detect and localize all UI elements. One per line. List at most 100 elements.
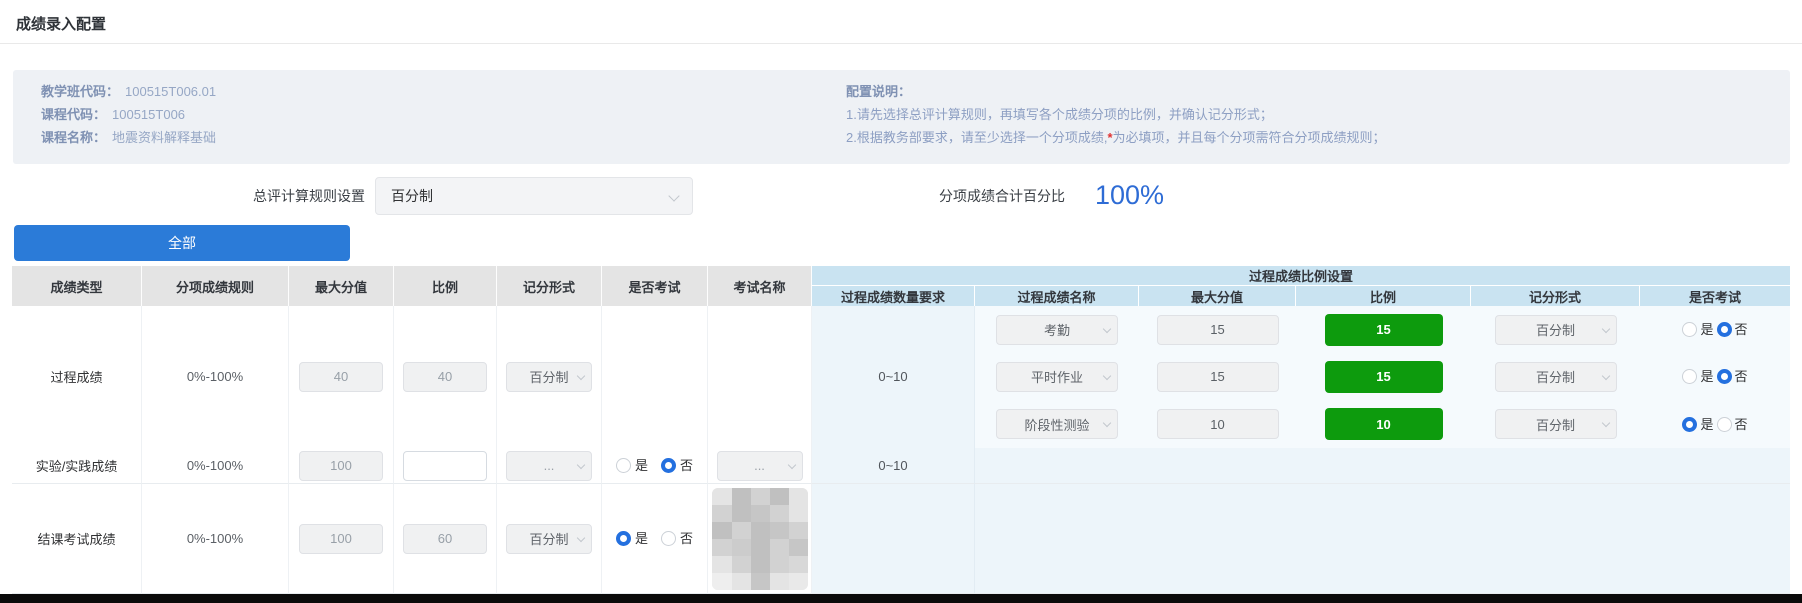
radio-no-selected[interactable] <box>1717 322 1732 337</box>
chevron-down-icon <box>1601 419 1609 427</box>
is-exam-cell: 是否 <box>602 484 708 594</box>
process-item-max-score-input[interactable] <box>1157 315 1279 345</box>
final-is-exam-radio-group: 是否 <box>616 531 693 546</box>
process-item-is-exam-radio-group: 是否 <box>1682 417 1747 432</box>
process-item-is-exam-radio-group: 是否 <box>1682 369 1747 384</box>
experiment-max-score-input[interactable] <box>299 451 383 481</box>
process-ratio-input[interactable] <box>403 362 487 392</box>
redacted-exam-name-image <box>712 488 808 590</box>
process-item-name-select[interactable]: 阶段性测验 <box>996 409 1118 439</box>
process-item-max-score-input[interactable] <box>1157 362 1279 392</box>
experiment-exam-name-select[interactable]: ... <box>717 451 803 481</box>
course-name-label: 课程名称： <box>41 130 106 145</box>
bottom-bar <box>0 594 1802 603</box>
experiment-is-exam-radio-group: 是否 <box>616 458 693 473</box>
empty-process-area <box>975 484 1790 594</box>
chevron-down-icon <box>1103 324 1111 332</box>
radio-no-selected[interactable] <box>661 458 676 473</box>
radio-yes[interactable] <box>616 458 631 473</box>
header-is-exam: 是否考试 <box>602 266 708 306</box>
page-header: 成绩录入配置 <box>0 0 1802 44</box>
calc-rule-selected-value: 百分制 <box>391 188 433 204</box>
chevron-down-icon <box>787 460 795 468</box>
total-percent-label: 分项成绩合计百分比 <box>905 177 1065 215</box>
process-item-max-score-input[interactable] <box>1157 409 1279 439</box>
is-exam-cell: 是否 <box>602 448 708 484</box>
radio-no-selected[interactable] <box>1717 369 1732 384</box>
process-item-score-form-select[interactable]: 百分制 <box>1495 409 1617 439</box>
process-item-name-select[interactable]: 考勤 <box>996 315 1118 345</box>
process-items-area: 考勤 百分制 <box>975 306 1790 449</box>
exam-name-cell: ... <box>708 448 812 484</box>
chevron-down-icon <box>1103 372 1111 380</box>
subitem-rule-cell: 0%-100% <box>142 484 289 594</box>
ratio-cell <box>394 448 497 484</box>
calc-rule-select[interactable]: 百分制 <box>375 177 693 215</box>
process-item-name-select[interactable]: 平时作业 <box>996 362 1118 392</box>
header-process-quantity: 过程成绩数量要求 <box>812 286 975 306</box>
radio-yes-selected[interactable] <box>616 531 631 546</box>
process-item-ratio-input[interactable] <box>1325 408 1443 440</box>
course-info-fields: 教学班代码：100515T006.01 课程代码： 100515T006 课程名称… <box>41 80 216 149</box>
radio-yes[interactable] <box>1682 369 1697 384</box>
teaching-class-code-line: 教学班代码：100515T006.01 <box>41 80 216 103</box>
grade-type-cell: 过程成绩 <box>12 306 142 449</box>
table-row-experiment-grade: 实验/实践成绩 0%-100% ... 是否 <box>12 448 1790 484</box>
process-item-score-form-select[interactable]: 百分制 <box>1495 362 1617 392</box>
experiment-score-form-select[interactable]: ... <box>506 451 592 481</box>
process-max-score-input[interactable] <box>299 362 383 392</box>
radio-yes[interactable] <box>1682 322 1697 337</box>
calc-rule-label: 总评计算规则设置 <box>0 177 365 215</box>
process-item-ratio-input[interactable] <box>1325 314 1443 346</box>
course-code-line: 课程代码： 100515T006 <box>41 103 216 126</box>
final-score-form-select[interactable]: 百分制 <box>506 524 592 554</box>
max-score-cell <box>289 306 394 449</box>
score-form-cell: 百分制 <box>497 306 602 449</box>
header-ratio: 比例 <box>394 266 497 306</box>
subitem-rule-cell: 0%-100% <box>142 306 289 449</box>
table-row-process-grade: 过程成绩 0%-100% 百分制 0~10 <box>12 306 1790 448</box>
process-quantity-cell-empty <box>812 484 975 594</box>
chevron-down-icon <box>1601 324 1609 332</box>
config-instruction-line-1: 1.请先选择总评计算规则，再填写各个成绩分项的比例，并确认记分形式； <box>846 103 1386 126</box>
experiment-ratio-input[interactable] <box>403 451 487 481</box>
table-row-final-exam-grade: 结课考试成绩 0%-100% 百分制 是否 <box>12 484 1790 594</box>
final-ratio-input[interactable] <box>403 524 487 554</box>
grade-type-cell: 实验/实践成绩 <box>12 448 142 484</box>
config-instructions: 配置说明： 1.请先选择总评计算规则，再填写各个成绩分项的比例，并确认记分形式；… <box>846 80 1386 149</box>
table-header: 成绩类型 分项成绩规则 最大分值 比例 记分形式 是否考试 考试名称 过程成绩比… <box>12 266 1790 306</box>
chevron-down-icon <box>577 533 585 541</box>
course-code-label: 课程代码： <box>41 107 106 122</box>
grade-entry-config-page: 成绩录入配置 教学班代码：100515T006.01 课程代码： 100515T0… <box>0 0 1802 603</box>
process-item-score-form-select[interactable]: 百分制 <box>1495 315 1617 345</box>
empty-process-area <box>975 448 1790 484</box>
course-name-value: 地震资料解释基础 <box>112 130 216 145</box>
radio-no[interactable] <box>661 531 676 546</box>
process-quantity-cell: 0~10 <box>812 306 975 449</box>
config-instruction-line-2: 2.根据教务部要求，请至少选择一个分项成绩,*为必填项，并且每个分项需符合分项成… <box>846 126 1386 149</box>
subitem-rule-cell: 0%-100% <box>142 448 289 484</box>
header-process-ratio-group: 过程成绩比例设置 <box>812 266 1790 286</box>
header-process-max-score: 最大分值 <box>1139 286 1296 306</box>
score-form-cell: ... <box>497 448 602 484</box>
final-max-score-input[interactable] <box>299 524 383 554</box>
process-quantity-cell: 0~10 <box>812 448 975 484</box>
all-button[interactable]: 全部 <box>14 225 350 261</box>
calc-rule-controls: 总评计算规则设置 百分制 分项成绩合计百分比 100% <box>0 177 1802 215</box>
score-form-cell: 百分制 <box>497 484 602 594</box>
process-score-form-select[interactable]: 百分制 <box>506 362 592 392</box>
header-process-name: 过程成绩名称 <box>975 286 1139 306</box>
max-score-cell <box>289 448 394 484</box>
radio-no[interactable] <box>1717 417 1732 432</box>
chevron-down-icon <box>668 190 679 201</box>
chevron-down-icon <box>577 460 585 468</box>
course-code-value: 100515T006 <box>112 107 185 122</box>
process-item-ratio-input[interactable] <box>1325 361 1443 393</box>
total-percent-value: 100% <box>1095 175 1164 215</box>
max-score-cell <box>289 484 394 594</box>
header-process-ratio: 比例 <box>1296 286 1471 306</box>
ratio-cell <box>394 306 497 449</box>
grade-type-cell: 结课考试成绩 <box>12 484 142 594</box>
ratio-cell <box>394 484 497 594</box>
radio-yes-selected[interactable] <box>1682 417 1697 432</box>
